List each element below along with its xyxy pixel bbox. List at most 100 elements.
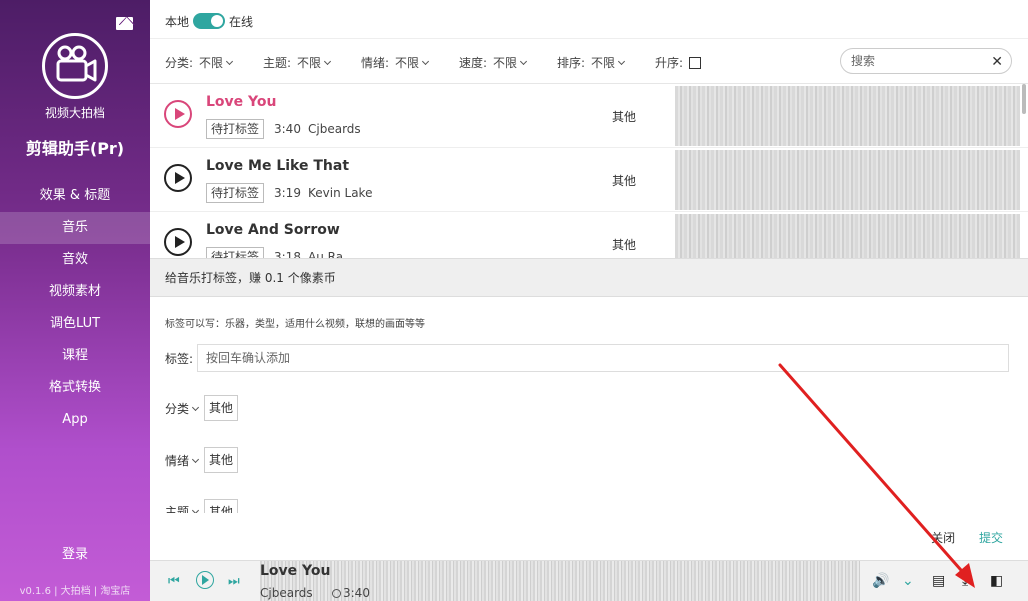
song-row[interactable]: Love You 待打标签 3:40 Cjbeards 其他 [150, 84, 1028, 148]
song-category: 其他 [612, 238, 637, 252]
sidebar-item-effects[interactable]: 效果 & 标题 [0, 180, 150, 212]
filter-category[interactable]: 分类: 不限 [165, 54, 234, 71]
song-duration: 3:40 [274, 122, 301, 136]
brand-subtitle: 视频大拍档 [44, 106, 105, 120]
chevron-down-icon[interactable]: ⌄ [902, 573, 914, 589]
panel-actions: 关闭 提交 [931, 529, 1003, 546]
filter-label: 排序: [557, 56, 586, 70]
clock-icon [332, 589, 341, 598]
sidebar-nav: 效果 & 标题 音乐 音效 视频素材 调色LUT 课程 格式转换 App [0, 180, 150, 436]
sidebar-item-format-convert[interactable]: 格式转换 [0, 372, 150, 404]
song-title: Love Me Like That [206, 158, 350, 174]
filter-bar: 分类: 不限 主题: 不限 情绪: 不限 速度: 不限 排序: 不限 升序: ✕ [150, 38, 1028, 84]
prop-dropdown[interactable]: 情绪 [165, 452, 200, 469]
song-artist: Au Ra [308, 250, 344, 258]
chevron-down-icon [422, 57, 430, 66]
tag-hint: 标签可以写：乐器，类型，适用什么视频，联想的画面等等 [165, 319, 425, 330]
filter-sort[interactable]: 排序: 不限 [557, 54, 626, 71]
ascending-option[interactable]: 升序: [655, 54, 702, 71]
song-row[interactable]: Love Me Like That 待打标签 3:19 Kevin Lake 其… [150, 148, 1028, 212]
sidebar-item-lut[interactable]: 调色LUT [0, 308, 150, 340]
tag-input[interactable] [197, 344, 1009, 372]
submit-button[interactable]: 提交 [979, 531, 1003, 545]
prop-dropdown[interactable]: 分类 [165, 400, 200, 417]
filter-mood[interactable]: 情绪: 不限 [361, 54, 430, 71]
scrollbar[interactable] [1022, 84, 1026, 114]
sidebar-item-sound-effects[interactable]: 音效 [0, 244, 150, 276]
song-row[interactable]: Love And Sorrow 待打标签 3:18 Au Ra 其他 [150, 212, 1028, 258]
tag-pending-button[interactable]: 待打标签 [206, 119, 265, 139]
filter-value: 不限 [591, 56, 616, 70]
chevron-down-icon [226, 57, 234, 66]
source-switch: 本地 在线 [165, 12, 253, 30]
player-bar: ⏮ ⏭ Love You Cjbeards 3:40 🔊 ⌄ ▤ ⤓ ◧ [150, 560, 1028, 601]
panel-toggle-icon[interactable]: ◧ [990, 573, 1003, 589]
filter-value: 不限 [297, 56, 322, 70]
filter-theme[interactable]: 主题: 不限 [263, 54, 332, 71]
chevron-down-icon [191, 403, 200, 411]
filter-value: 不限 [395, 56, 420, 70]
login-button[interactable]: 登录 [0, 543, 150, 562]
search-input[interactable] [851, 54, 991, 68]
prop-dropdown[interactable]: 主题 [165, 503, 200, 513]
ascending-label: 升序: [655, 56, 684, 70]
filter-value: 不限 [493, 56, 518, 70]
waveform[interactable] [675, 86, 1020, 146]
player-artist: Cjbeards [260, 586, 313, 600]
version-footer[interactable]: v0.1.6 | 大拍档 | 淘宝店 [0, 582, 150, 597]
app-window: 视频大拍档 剪辑助手(Pr) 效果 & 标题 音乐 音效 视频素材 调色LUT … [0, 0, 1028, 601]
prop-chip[interactable]: 其他 [204, 395, 239, 421]
tag-pending-button[interactable]: 待打标签 [206, 247, 265, 258]
prop-chip[interactable]: 其他 [204, 499, 239, 513]
filter-label: 分类: [165, 56, 194, 70]
song-duration: 3:19 [274, 186, 301, 200]
play-icon[interactable] [164, 164, 192, 192]
waveform[interactable] [675, 214, 1020, 258]
player-duration: 3:40 [332, 586, 370, 600]
tag-pending-button[interactable]: 待打标签 [206, 183, 265, 203]
online-toggle[interactable] [193, 13, 226, 29]
chevron-down-icon [191, 506, 200, 513]
comment-icon[interactable]: ▤ [932, 573, 945, 589]
song-title: Love And Sorrow [206, 222, 340, 238]
next-icon[interactable]: ⏭ [228, 574, 240, 589]
song-list: Love You 待打标签 3:40 Cjbeards 其他 Love Me L… [150, 84, 1028, 258]
play-icon[interactable] [196, 571, 214, 589]
ascending-checkbox[interactable] [689, 57, 702, 69]
sidebar-item-video-footage[interactable]: 视频素材 [0, 276, 150, 308]
play-icon[interactable] [164, 100, 192, 128]
song-duration: 3:18 [274, 250, 301, 258]
label-row: 标签: [165, 344, 1009, 372]
sidebar-item-music[interactable]: 音乐 [0, 212, 150, 244]
previous-icon[interactable]: ⏮ [168, 574, 180, 589]
play-icon[interactable] [164, 228, 192, 256]
player-title: Love You [260, 563, 331, 579]
waveform[interactable] [675, 150, 1020, 210]
song-artist: Cjbeards [308, 122, 361, 136]
chevron-down-icon [191, 455, 200, 463]
chevron-down-icon [618, 57, 626, 66]
main-content: 本地 在线 分类: 不限 主题: 不限 情绪: 不限 速度: 不限 排序: 不限 升序: [150, 0, 1028, 601]
sidebar-item-app[interactable]: App [0, 404, 150, 436]
prop-theme: 主题 其他 [165, 499, 239, 513]
logo [42, 33, 108, 99]
prop-chip[interactable]: 其他 [204, 447, 239, 473]
song-category: 其他 [612, 174, 637, 188]
song-category: 其他 [612, 110, 637, 124]
close-button[interactable]: 关闭 [931, 531, 955, 545]
mail-icon[interactable] [116, 17, 134, 30]
download-icon[interactable]: ⤓ [962, 573, 968, 589]
tag-panel: 给音乐打标签，赚 0.1 个像素币 标签可以写：乐器，类型，适用什么视频，联想的… [150, 258, 1028, 560]
tag-panel-header: 给音乐打标签，赚 0.1 个像素币 [150, 259, 1028, 297]
clear-search-icon[interactable]: ✕ [991, 54, 1003, 70]
sidebar-item-courses[interactable]: 课程 [0, 340, 150, 372]
prop-category: 分类 其他 [165, 395, 239, 421]
filter-label: 情绪: [361, 56, 390, 70]
local-label: 本地 [165, 14, 190, 29]
volume-icon[interactable]: 🔊 [872, 573, 889, 589]
video-camera-icon [56, 45, 97, 82]
chevron-down-icon [520, 57, 528, 66]
search-box[interactable]: ✕ [840, 48, 1012, 74]
filter-speed[interactable]: 速度: 不限 [459, 54, 528, 71]
song-artist: Kevin Lake [308, 186, 373, 200]
